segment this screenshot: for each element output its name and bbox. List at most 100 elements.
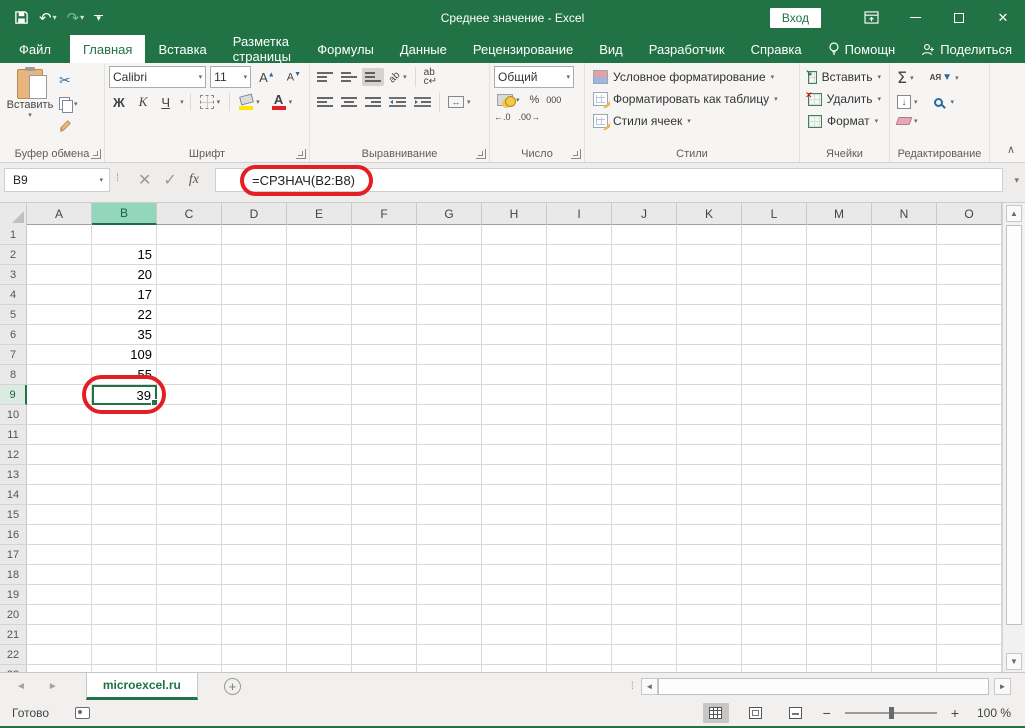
- cell-C1[interactable]: [157, 225, 222, 245]
- cell-I7[interactable]: [547, 345, 612, 365]
- cell-O17[interactable]: [937, 545, 1002, 565]
- cell-I11[interactable]: [547, 425, 612, 445]
- cell-B17[interactable]: [92, 545, 157, 565]
- font-size-combo[interactable]: 11▾: [210, 66, 251, 88]
- cell-C12[interactable]: [157, 445, 222, 465]
- format-painter-icon[interactable]: [56, 117, 81, 135]
- cell-I21[interactable]: [547, 625, 612, 645]
- cell-E7[interactable]: [287, 345, 352, 365]
- cell-G7[interactable]: [417, 345, 482, 365]
- align-bottom-icon[interactable]: [362, 68, 384, 86]
- cell-M6[interactable]: [807, 325, 872, 345]
- cell-F4[interactable]: [352, 285, 417, 305]
- cell-O1[interactable]: [937, 225, 1002, 245]
- cell-H21[interactable]: [482, 625, 547, 645]
- cell-I9[interactable]: [547, 385, 612, 405]
- cell-K12[interactable]: [677, 445, 742, 465]
- cell-J9[interactable]: [612, 385, 677, 405]
- cell-C15[interactable]: [157, 505, 222, 525]
- cell-D8[interactable]: [222, 365, 287, 385]
- cell-H19[interactable]: [482, 585, 547, 605]
- cell-J2[interactable]: [612, 245, 677, 265]
- zoom-out-button[interactable]: −: [823, 705, 831, 721]
- cell-A12[interactable]: [27, 445, 92, 465]
- undo-button[interactable]: ↶▾: [39, 9, 57, 27]
- cell-O15[interactable]: [937, 505, 1002, 525]
- cell-D11[interactable]: [222, 425, 287, 445]
- cell-L7[interactable]: [742, 345, 807, 365]
- cell-E11[interactable]: [287, 425, 352, 445]
- cell-A20[interactable]: [27, 605, 92, 625]
- scroll-up-icon[interactable]: ▲: [1006, 205, 1022, 222]
- cell-B13[interactable]: [92, 465, 157, 485]
- cell-B12[interactable]: [92, 445, 157, 465]
- cell-L13[interactable]: [742, 465, 807, 485]
- scroll-down-icon[interactable]: ▼: [1006, 653, 1022, 670]
- cell-I3[interactable]: [547, 265, 612, 285]
- cell-G19[interactable]: [417, 585, 482, 605]
- cell-A14[interactable]: [27, 485, 92, 505]
- italic-button[interactable]: К: [135, 93, 152, 111]
- cell-L19[interactable]: [742, 585, 807, 605]
- row-header-21[interactable]: 21: [0, 625, 27, 645]
- increase-indent-icon[interactable]: [411, 93, 434, 111]
- cell-H11[interactable]: [482, 425, 547, 445]
- cancel-formula-icon[interactable]: ✕: [138, 170, 151, 190]
- align-middle-icon[interactable]: [338, 68, 360, 86]
- cell-I6[interactable]: [547, 325, 612, 345]
- cell-N10[interactable]: [872, 405, 937, 425]
- cut-icon[interactable]: ✂: [56, 70, 81, 91]
- cell-K17[interactable]: [677, 545, 742, 565]
- cell-L17[interactable]: [742, 545, 807, 565]
- cell-K2[interactable]: [677, 245, 742, 265]
- vertical-scrollbar[interactable]: ▲ ▼: [1002, 203, 1025, 672]
- cell-F20[interactable]: [352, 605, 417, 625]
- cell-E23[interactable]: [287, 665, 352, 672]
- cell-A2[interactable]: [27, 245, 92, 265]
- cell-M7[interactable]: [807, 345, 872, 365]
- cell-D20[interactable]: [222, 605, 287, 625]
- cell-M8[interactable]: [807, 365, 872, 385]
- cell-I20[interactable]: [547, 605, 612, 625]
- row-header-8[interactable]: 8: [0, 365, 27, 385]
- cell-G8[interactable]: [417, 365, 482, 385]
- cell-N23[interactable]: [872, 665, 937, 672]
- cell-G15[interactable]: [417, 505, 482, 525]
- cell-K6[interactable]: [677, 325, 742, 345]
- cell-F21[interactable]: [352, 625, 417, 645]
- cell-M3[interactable]: [807, 265, 872, 285]
- cell-O9[interactable]: [937, 385, 1002, 405]
- cell-H15[interactable]: [482, 505, 547, 525]
- cell-K14[interactable]: [677, 485, 742, 505]
- cell-D17[interactable]: [222, 545, 287, 565]
- cell-G2[interactable]: [417, 245, 482, 265]
- find-select-icon[interactable]: ▾: [931, 96, 958, 109]
- cell-C17[interactable]: [157, 545, 222, 565]
- cell-A19[interactable]: [27, 585, 92, 605]
- cell-L5[interactable]: [742, 305, 807, 325]
- cell-I13[interactable]: [547, 465, 612, 485]
- cell-G1[interactable]: [417, 225, 482, 245]
- cell-H4[interactable]: [482, 285, 547, 305]
- cell-I12[interactable]: [547, 445, 612, 465]
- cell-D14[interactable]: [222, 485, 287, 505]
- cell-D23[interactable]: [222, 665, 287, 672]
- cell-D13[interactable]: [222, 465, 287, 485]
- cell-B10[interactable]: [92, 405, 157, 425]
- cell-E10[interactable]: [287, 405, 352, 425]
- cell-H5[interactable]: [482, 305, 547, 325]
- cell-H14[interactable]: [482, 485, 547, 505]
- cell-C7[interactable]: [157, 345, 222, 365]
- column-header-A[interactable]: A: [27, 203, 92, 225]
- cell-G20[interactable]: [417, 605, 482, 625]
- cell-L1[interactable]: [742, 225, 807, 245]
- cell-J6[interactable]: [612, 325, 677, 345]
- cell-A10[interactable]: [27, 405, 92, 425]
- cell-J22[interactable]: [612, 645, 677, 665]
- cell-A18[interactable]: [27, 565, 92, 585]
- cell-O2[interactable]: [937, 245, 1002, 265]
- cell-I8[interactable]: [547, 365, 612, 385]
- cell-A7[interactable]: [27, 345, 92, 365]
- cell-K7[interactable]: [677, 345, 742, 365]
- cell-N12[interactable]: [872, 445, 937, 465]
